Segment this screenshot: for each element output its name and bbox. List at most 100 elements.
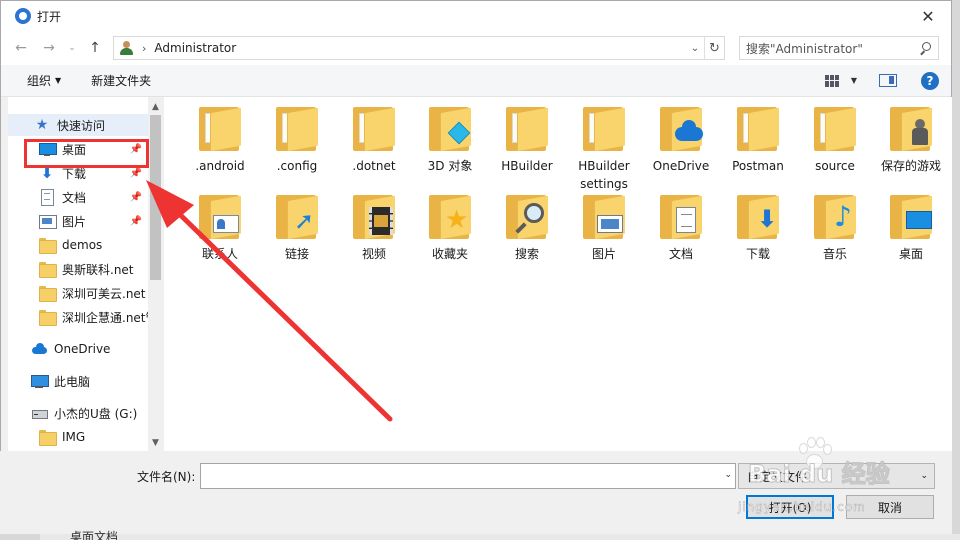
sidebar-item-demos[interactable]: demos: [8, 234, 148, 256]
pin-icon[interactable]: 📌: [130, 216, 142, 227]
star-icon: ★: [35, 117, 49, 133]
file-item-searches[interactable]: 搜索: [488, 195, 566, 263]
new-folder-button[interactable]: 新建文件夹: [91, 72, 151, 89]
file-name: 桌面: [898, 247, 923, 261]
refresh-button[interactable]: ↻: [704, 37, 724, 59]
sidebar-item-quick-access[interactable]: ★ 快速访问: [8, 114, 148, 136]
folder-icon: [735, 107, 781, 151]
filename-dropdown-button[interactable]: ⌄: [724, 470, 732, 480]
file-item-onedrive[interactable]: OneDrive: [642, 107, 720, 175]
folder-icon: [39, 261, 57, 278]
file-name: HBuilder: [501, 159, 553, 173]
organize-button[interactable]: 组织 ▼: [27, 72, 61, 89]
filetype-select[interactable]: 自定义文件 ⌄: [738, 463, 935, 489]
file-item-favorites[interactable]: ★ 收藏夹: [411, 195, 489, 263]
file-name: 链接: [284, 247, 309, 261]
sidebar-item-label: 图片: [62, 214, 87, 229]
sidebar-item-aosilianke[interactable]: 奥斯联科.net: [8, 258, 148, 280]
help-icon[interactable]: ?: [921, 71, 939, 90]
file-item-links[interactable]: ➚ 链接: [258, 195, 336, 263]
file-item-pictures[interactable]: 图片: [565, 195, 643, 263]
view-dropdown-button[interactable]: ▼: [851, 76, 857, 85]
sidebar-item-usb-drive[interactable]: 小杰的U盘 (G:): [8, 402, 148, 424]
file-item-hbuilder-settings[interactable]: HBuilder settings: [565, 107, 643, 193]
view-options-icon[interactable]: [824, 74, 839, 87]
address-dropdown-button[interactable]: ⌄: [686, 43, 704, 54]
sidebar-item-kemeiyun[interactable]: 深圳可美云.net: [8, 282, 148, 304]
navigation-pane: ★ 快速访问 桌面 📌 ⬇ 下载 📌 文档 📌 图片 📌 demos 奥斯联科.…: [8, 97, 163, 451]
preview-pane-icon[interactable]: [879, 74, 897, 87]
file-item-contacts[interactable]: 联系人: [181, 195, 259, 263]
sidebar-item-desktop[interactable]: 桌面 📌: [8, 138, 148, 160]
organize-label: 组织: [27, 74, 52, 88]
command-toolbar: 组织 ▼ 新建文件夹 ▼ ?: [1, 65, 951, 97]
search-input[interactable]: 搜索"Administrator": [746, 40, 918, 57]
address-bar[interactable]: › Administrator ⌄ ↻: [113, 36, 725, 60]
contacts-folder-icon: [197, 195, 243, 239]
chevron-right-icon[interactable]: ›: [142, 42, 146, 55]
file-item-documents[interactable]: 文档: [642, 195, 720, 263]
forward-button[interactable]: →: [37, 36, 61, 60]
file-item-dotnet[interactable]: .dotnet: [335, 107, 413, 175]
folder-icon: [39, 309, 57, 326]
scroll-down-button[interactable]: ▼: [148, 435, 163, 451]
file-item-desktop[interactable]: 桌面: [872, 195, 950, 263]
sidebar-item-pictures[interactable]: 图片 📌: [8, 210, 148, 232]
file-name: Postman: [732, 159, 784, 173]
filename-input[interactable]: ⌄: [200, 463, 736, 489]
sidebar-scrollbar[interactable]: ▲ ▼: [148, 97, 163, 451]
file-item-3d-objects[interactable]: 3D 对象: [411, 107, 489, 175]
folder-icon: [504, 107, 550, 151]
file-name: 文档: [668, 247, 693, 261]
file-name: 保存的游戏: [880, 159, 941, 173]
file-item-source[interactable]: source: [796, 107, 874, 175]
folder-icon: [351, 107, 397, 151]
download-icon: ⬇: [40, 164, 54, 182]
links-folder-icon: ➚: [274, 195, 320, 239]
close-button[interactable]: ✕: [905, 1, 951, 31]
dialog-footer: 文件名(N): ⌄ 自定义文件 ⌄ 打开(O) 取消: [0, 451, 952, 534]
file-item-config[interactable]: .config: [258, 107, 336, 175]
sidebar-item-downloads[interactable]: ⬇ 下载 📌: [8, 162, 148, 184]
search-icon[interactable]: [918, 41, 932, 55]
file-item-videos[interactable]: 视频: [335, 195, 413, 263]
sidebar-item-qihuitong[interactable]: 深圳企慧通.net管: [8, 306, 148, 328]
recent-locations-button[interactable]: ⌄: [65, 36, 79, 60]
file-item-android[interactable]: .android: [181, 107, 259, 175]
open-button[interactable]: 打开(O): [746, 495, 834, 519]
file-item-postman[interactable]: Postman: [719, 107, 797, 175]
file-name: HBuilder settings: [578, 159, 630, 191]
scroll-up-button[interactable]: ▲: [148, 99, 163, 115]
usb-drive-icon: [31, 405, 48, 421]
pin-icon[interactable]: 📌: [130, 144, 142, 155]
up-button[interactable]: ↑: [83, 36, 107, 60]
file-name: 音乐: [822, 247, 847, 261]
sidebar-item-label: 深圳企慧通.net管: [62, 310, 148, 325]
sidebar-item-label: 快速访问: [57, 118, 106, 133]
pin-icon[interactable]: 📌: [130, 192, 142, 203]
toolbar-right-group: ▼ ?: [824, 71, 951, 90]
file-item-downloads[interactable]: ⬇ 下载: [719, 195, 797, 263]
sidebar-item-documents[interactable]: 文档 📌: [8, 186, 148, 208]
back-button[interactable]: ←: [9, 36, 33, 60]
file-item-saved-games[interactable]: 保存的游戏: [872, 107, 950, 175]
file-name: .dotnet: [352, 159, 396, 173]
sidebar-item-label: 下载: [62, 166, 87, 181]
file-name: source: [815, 159, 855, 173]
desktop-icon: [39, 141, 57, 157]
pin-icon[interactable]: 📌: [130, 168, 142, 179]
search-box[interactable]: 搜索"Administrator": [739, 36, 939, 60]
onedrive-folder-icon: [658, 107, 704, 151]
folder-icon: [197, 107, 243, 151]
sidebar-item-this-pc[interactable]: 此电脑: [8, 370, 148, 392]
sidebar-item-img[interactable]: IMG: [8, 426, 148, 448]
cancel-button[interactable]: 取消: [846, 495, 934, 519]
scrollbar-thumb[interactable]: [150, 115, 161, 280]
sidebar-item-label: OneDrive: [54, 342, 111, 356]
desktop-background: [40, 534, 960, 540]
address-path[interactable]: Administrator: [154, 41, 686, 55]
sidebar-item-onedrive[interactable]: OneDrive: [8, 338, 148, 360]
file-item-hbuilder[interactable]: HBuilder: [488, 107, 566, 175]
file-item-music[interactable]: ♪ 音乐: [796, 195, 874, 263]
file-name: 下载: [745, 247, 770, 261]
